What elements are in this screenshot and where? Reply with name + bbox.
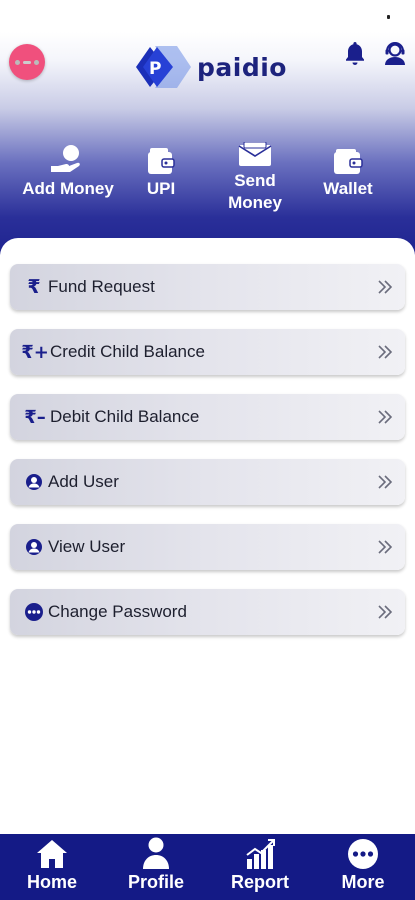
home-icon	[37, 840, 67, 868]
nav-label: Profile	[127, 872, 184, 892]
menu-item-debit-child-balance[interactable]: ₹– Debit Child Balance	[10, 394, 405, 440]
nav-profile[interactable]: Profile	[122, 834, 190, 900]
menu-item-fund-request[interactable]: ₹ Fund Request	[10, 264, 405, 310]
status-indicator	[387, 15, 390, 19]
more-circle-icon	[20, 589, 48, 635]
double-chevron-right-icon	[378, 540, 393, 554]
menu-item-label: View User	[48, 537, 126, 556]
double-chevron-right-icon	[378, 410, 393, 424]
user-circle-icon	[20, 459, 48, 505]
rupee-plus-icon: ₹+	[21, 341, 49, 363]
send-money-button[interactable]: Send Money	[220, 140, 290, 220]
menu-item-label: Credit Child Balance	[50, 342, 205, 361]
menu-item-credit-child-balance[interactable]: ₹+ Credit Child Balance	[10, 329, 405, 375]
bell-icon[interactable]	[343, 40, 367, 66]
add-money-button[interactable]: Add Money	[16, 142, 120, 222]
more-circle-icon	[348, 839, 378, 869]
menu-toggle-button[interactable]	[9, 44, 45, 80]
wallet-button[interactable]: Wallet	[316, 142, 380, 222]
money-envelope-icon	[238, 142, 272, 166]
double-chevron-right-icon	[378, 345, 393, 359]
double-chevron-right-icon	[378, 605, 393, 619]
hand-coin-icon	[51, 145, 80, 172]
bar-chart-icon	[246, 839, 275, 869]
bottom-navigation: Home Profile Report More	[0, 834, 415, 900]
svg-text:P: P	[149, 59, 161, 79]
menu-item-label: Change Password	[48, 602, 187, 621]
upi-button[interactable]: UPI	[136, 142, 186, 222]
nav-label: Report	[231, 872, 289, 892]
menu-item-label: Fund Request	[48, 277, 155, 296]
send-money-label-line2: Money	[228, 193, 282, 212]
nav-report[interactable]: Report	[226, 834, 294, 900]
menu-item-label: Add User	[48, 472, 119, 491]
nav-more[interactable]: More	[334, 834, 392, 900]
brand-name: paidio	[197, 52, 287, 82]
add-money-label: Add Money	[22, 179, 114, 198]
rupee-minus-icon: ₹–	[24, 406, 46, 428]
menu-item-add-user[interactable]: Add User	[10, 459, 405, 505]
status-bar	[0, 0, 415, 32]
rupee-icon: ₹	[27, 276, 41, 298]
wallet-icon	[148, 148, 175, 174]
menu-item-view-user[interactable]: View User	[10, 524, 405, 570]
wallet-label: Wallet	[323, 179, 373, 198]
nav-label: More	[341, 872, 385, 892]
double-chevron-right-icon	[378, 280, 393, 294]
upi-label: UPI	[146, 179, 176, 198]
person-icon	[143, 837, 169, 869]
paidio-logo-icon: P	[136, 46, 191, 88]
user-circle-icon	[20, 524, 48, 570]
app-logo: P paidio	[135, 44, 287, 90]
menu-item-label: Debit Child Balance	[50, 407, 200, 426]
wallet-icon	[334, 149, 363, 174]
menu-dots-icon	[15, 59, 20, 65]
nav-label: Home	[26, 872, 77, 892]
menu-item-change-password[interactable]: Change Password	[10, 589, 405, 635]
nav-home[interactable]: Home	[22, 834, 82, 900]
double-chevron-right-icon	[378, 475, 393, 489]
support-agent-icon[interactable]	[383, 40, 407, 66]
send-money-label-line1: Send	[234, 171, 276, 190]
